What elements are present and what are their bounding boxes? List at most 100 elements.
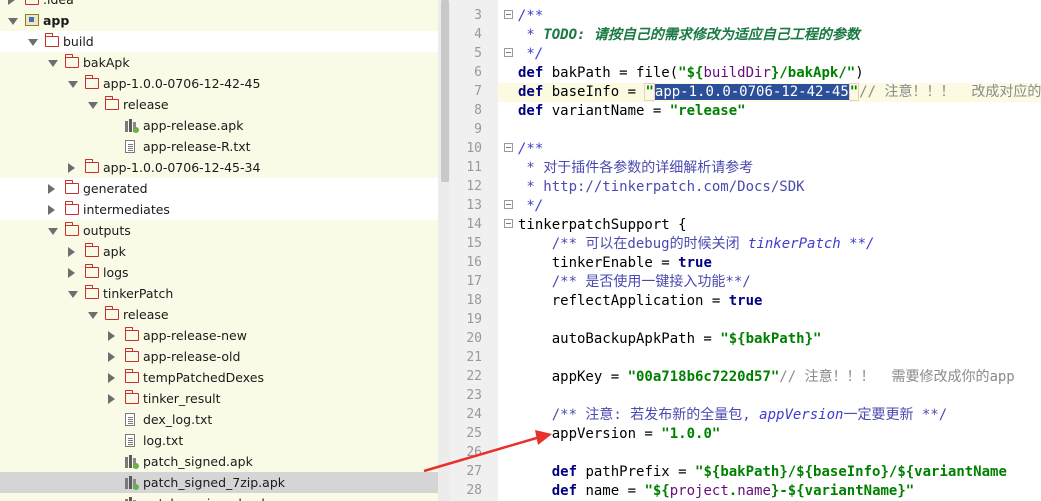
code-token: tinkerpatchSupport { xyxy=(518,217,687,233)
fold-marker-icon[interactable] xyxy=(504,10,513,19)
tree-row[interactable]: app-1.0.0-0706-12-45-34 xyxy=(0,157,450,178)
tree-row-label: patch_signed.apk xyxy=(143,454,253,469)
tree-row[interactable]: app xyxy=(0,10,450,31)
fold-marker-icon[interactable] xyxy=(504,219,513,228)
tree-row[interactable]: build xyxy=(0,31,450,52)
tree-row[interactable]: tinker_result xyxy=(0,388,450,409)
code-line-16[interactable]: tinkerEnable = true xyxy=(518,254,712,273)
string-token: "${bakPath}" xyxy=(720,331,822,347)
fold-marker-icon[interactable] xyxy=(504,143,513,152)
code-line-15[interactable]: /** 可以在debug的时候关闭 tinkerPatch **/ xyxy=(518,235,875,254)
folder-icon xyxy=(84,159,99,173)
expand-arrow-icon[interactable] xyxy=(28,39,38,46)
tree-row[interactable]: app-release-old xyxy=(0,346,450,367)
tree-scrollbar-thumb[interactable] xyxy=(441,0,449,182)
line-number: 6 xyxy=(474,65,482,80)
code-token: pathPrefix = xyxy=(577,464,696,480)
code-token: baseInfo = xyxy=(543,84,645,100)
tree-row[interactable]: app-release.apk xyxy=(0,115,450,136)
tree-row[interactable]: intermediates xyxy=(0,199,450,220)
line-number: 13 xyxy=(466,198,482,213)
tree-row[interactable]: logs xyxy=(0,262,450,283)
collapse-arrow-icon[interactable] xyxy=(8,0,15,5)
code-line-11[interactable]: * 对于插件各参数的详细解析请参考 xyxy=(518,159,753,178)
code-line-25[interactable]: appVersion = "1.0.0" xyxy=(518,425,721,444)
comment-token: */ xyxy=(518,46,544,62)
tree-row[interactable]: generated xyxy=(0,178,450,199)
string-token: " xyxy=(644,83,655,101)
collapse-arrow-icon[interactable] xyxy=(68,247,75,257)
line-number: 20 xyxy=(466,331,482,346)
tree-row[interactable]: tinkerPatch xyxy=(0,283,450,304)
tree-row[interactable]: apk xyxy=(0,241,450,262)
selected-text[interactable]: app-1.0.0-0706-12-42-45 xyxy=(654,84,849,100)
collapse-arrow-icon[interactable] xyxy=(108,394,115,404)
folder-icon xyxy=(84,285,99,299)
fold-marker-icon[interactable] xyxy=(504,48,513,57)
tree-row[interactable]: patch_unsigned.apk xyxy=(0,493,450,501)
tree-row-label: .idea xyxy=(43,0,74,7)
code-token: name = xyxy=(577,483,645,499)
tree-row-label: app-release-R.txt xyxy=(143,139,251,154)
collapse-arrow-icon[interactable] xyxy=(48,184,55,194)
tree-row[interactable]: bakApk xyxy=(0,52,450,73)
expand-arrow-icon[interactable] xyxy=(88,312,98,319)
expand-arrow-icon[interactable] xyxy=(8,18,18,25)
expand-arrow-icon[interactable] xyxy=(48,228,58,235)
tree-row-label: release xyxy=(123,97,169,112)
code-line-6[interactable]: def bakPath = file("${buildDir}/bakApk/"… xyxy=(518,64,864,83)
code-line-13[interactable]: */ xyxy=(518,197,543,216)
folder-icon xyxy=(104,96,119,110)
code-line-22[interactable]: appKey = "00a718b6c7220d57"// 注意！！！ 需要修改… xyxy=(518,368,1015,387)
code-line-8[interactable]: def variantName = "release" xyxy=(518,102,746,121)
tree-row[interactable]: .idea xyxy=(0,0,450,10)
code-line-5[interactable]: */ xyxy=(518,45,543,64)
code-token: autoBackupApkPath = xyxy=(518,331,721,347)
tree-row-label: outputs xyxy=(83,223,131,238)
code-line-12[interactable]: * http://tinkerpatch.com/Docs/SDK xyxy=(518,178,804,197)
tree-row[interactable]: patch_signed_7zip.apk xyxy=(0,472,450,493)
expand-arrow-icon[interactable] xyxy=(68,81,78,88)
code-line-14[interactable]: tinkerpatchSupport { xyxy=(518,216,687,235)
expand-arrow-icon[interactable] xyxy=(48,60,58,67)
fold-marker-icon[interactable] xyxy=(504,200,513,209)
tree-row[interactable]: tempPatchedDexes xyxy=(0,367,450,388)
collapse-arrow-icon[interactable] xyxy=(108,352,115,362)
code-line-20[interactable]: autoBackupApkPath = "${bakPath}" xyxy=(518,330,822,349)
code-token: reflectApplication = xyxy=(518,293,729,309)
tree-row[interactable]: app-release-new xyxy=(0,325,450,346)
folder-icon xyxy=(44,33,59,47)
expand-arrow-icon[interactable] xyxy=(68,291,78,298)
tree-row[interactable]: release xyxy=(0,304,450,325)
collapse-arrow-icon[interactable] xyxy=(68,163,75,173)
comment-token: * 对于插件各参数的详细解析请参考 xyxy=(518,160,754,176)
collapse-arrow-icon[interactable] xyxy=(68,268,75,278)
string-token: }/bakApk/" xyxy=(770,65,856,81)
tree-row[interactable]: app-1.0.0-0706-12-42-45 xyxy=(0,73,450,94)
keyword-token: def xyxy=(518,464,578,480)
tree-row[interactable]: release xyxy=(0,94,450,115)
collapse-arrow-icon[interactable] xyxy=(108,373,115,383)
folder-icon xyxy=(84,264,99,278)
apk-icon xyxy=(125,476,139,490)
code-line-10[interactable]: /** xyxy=(518,140,543,159)
code-line-27[interactable]: def pathPrefix = "${bakPath}/${baseInfo}… xyxy=(518,463,1007,482)
tree-row[interactable]: patch_signed.apk xyxy=(0,451,450,472)
string-token: "${ xyxy=(644,483,670,499)
expand-arrow-icon[interactable] xyxy=(88,102,98,109)
collapse-arrow-icon[interactable] xyxy=(108,331,115,341)
tree-row-label: patch_signed_7zip.apk xyxy=(143,475,285,490)
code-line-24[interactable]: /** 注意: 若发布新的全量包, appVersion一定要更新 **/ xyxy=(518,406,947,425)
code-line-3[interactable]: /** xyxy=(518,7,543,26)
code-line-4[interactable]: * TODO: 请按自己的需求修改为适应自己工程的参数 xyxy=(518,26,859,45)
code-line-17[interactable]: /** 是否使用一键接入功能**/ xyxy=(518,273,751,292)
tree-row[interactable]: log.txt xyxy=(0,430,450,451)
code-line-18[interactable]: reflectApplication = true xyxy=(518,292,763,311)
string-token: "${ xyxy=(678,65,704,81)
code-line-28[interactable]: def name = "${project.name}-${variantNam… xyxy=(518,482,915,501)
collapse-arrow-icon[interactable] xyxy=(48,205,55,215)
tree-row[interactable]: outputs xyxy=(0,220,450,241)
tree-row[interactable]: dex_log.txt xyxy=(0,409,450,430)
code-line-7[interactable]: def baseInfo = "app-1.0.0-0706-12-42-45"… xyxy=(518,83,1041,102)
tree-row[interactable]: app-release-R.txt xyxy=(0,136,450,157)
